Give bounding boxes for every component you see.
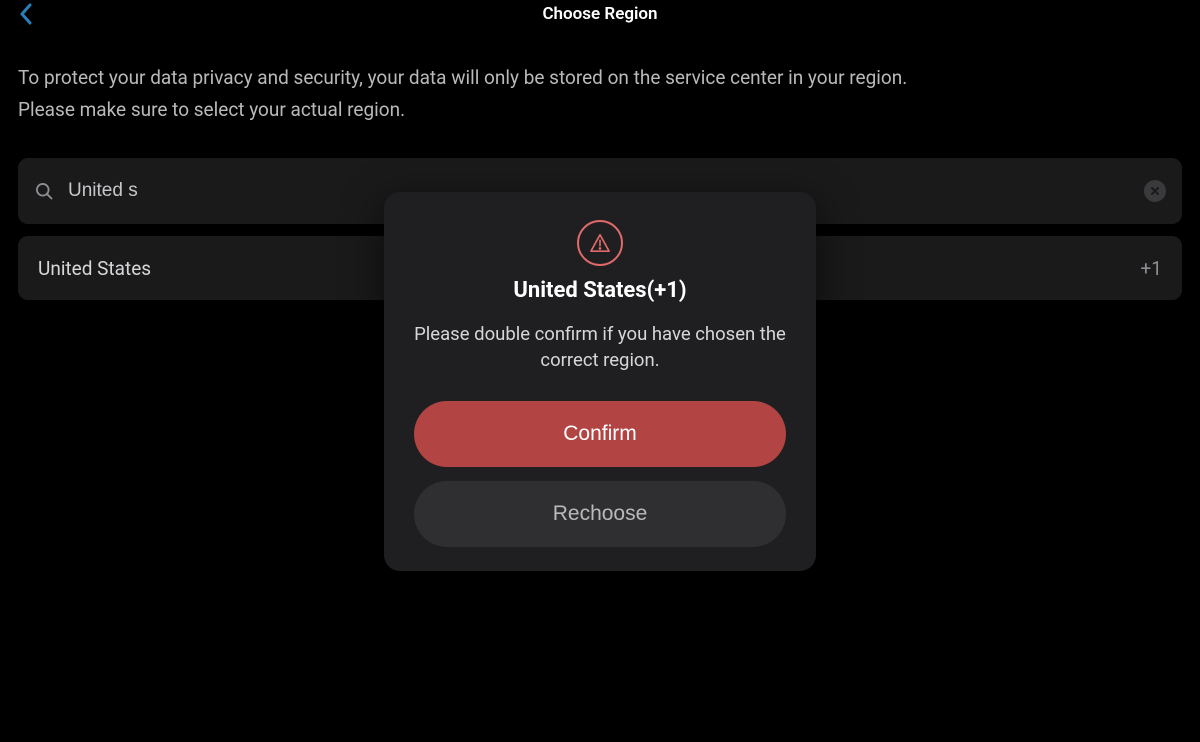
chevron-left-icon [19,3,33,25]
confirm-region-modal: United States(+1) Please double confirm … [384,192,816,571]
region-code: +1 [1141,257,1162,280]
close-icon [1150,186,1160,196]
back-button[interactable] [14,2,38,26]
warning-icon [577,220,623,266]
modal-message: Please double confirm if you have chosen… [408,321,792,373]
modal-title: United States(+1) [513,278,686,303]
description-line2: Please make sure to select your actual r… [18,94,1182,126]
description: To protect your data privacy and securit… [0,62,1200,126]
header: Choose Region [0,0,1200,28]
confirm-button[interactable]: Confirm [414,401,786,467]
description-line1: To protect your data privacy and securit… [18,62,1182,94]
rechoose-button[interactable]: Rechoose [414,481,786,547]
clear-search-button[interactable] [1144,180,1166,202]
search-icon [34,181,54,201]
region-name: United States [38,257,151,280]
page-title: Choose Region [542,4,657,24]
